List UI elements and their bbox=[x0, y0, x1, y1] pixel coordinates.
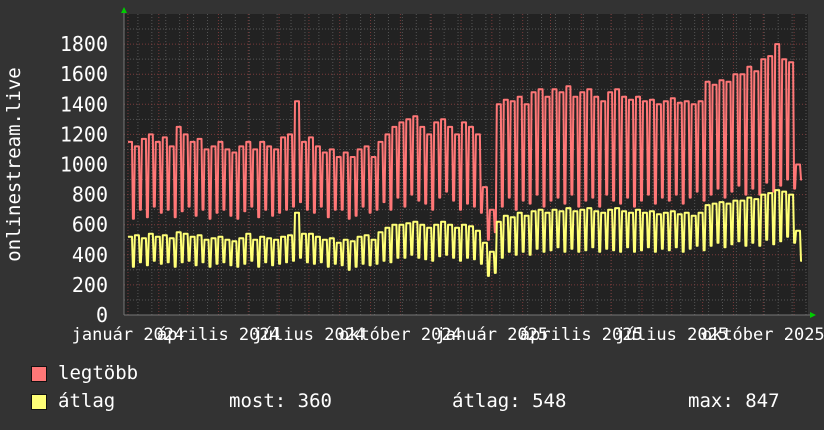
y-axis-label: onlinestream.live bbox=[3, 67, 25, 261]
chart: 020040060080010001200140016001800január … bbox=[3, 7, 824, 345]
legend-swatch-legtobb bbox=[31, 366, 47, 382]
y-axis-arrow-icon bbox=[121, 7, 127, 13]
y-tick-label: 1400 bbox=[60, 92, 108, 116]
y-tick-label: 800 bbox=[72, 183, 108, 207]
legend-label-atlag: átlag bbox=[58, 390, 116, 412]
y-tick-label: 1600 bbox=[60, 62, 108, 86]
x-tick-label: október 2025 bbox=[702, 325, 824, 345]
y-tick-label: 400 bbox=[72, 243, 108, 267]
y-tick-label: 600 bbox=[72, 213, 108, 237]
x-axis-arrow-icon bbox=[810, 312, 816, 318]
legend-now-value: most: 360 bbox=[229, 390, 332, 412]
legend-swatch-atlag bbox=[31, 394, 47, 410]
y-tick-label: 200 bbox=[72, 273, 108, 297]
legend-average-value: átlag: 548 bbox=[452, 390, 567, 412]
y-tick-label: 0 bbox=[96, 303, 108, 327]
y-tick-label: 1000 bbox=[60, 153, 108, 177]
y-tick-label: 1800 bbox=[60, 32, 108, 56]
legend-max-value: max: 847 bbox=[688, 390, 780, 412]
y-tick-label: 1200 bbox=[60, 122, 108, 146]
legend-label-legtobb: legtöbb bbox=[58, 362, 139, 384]
